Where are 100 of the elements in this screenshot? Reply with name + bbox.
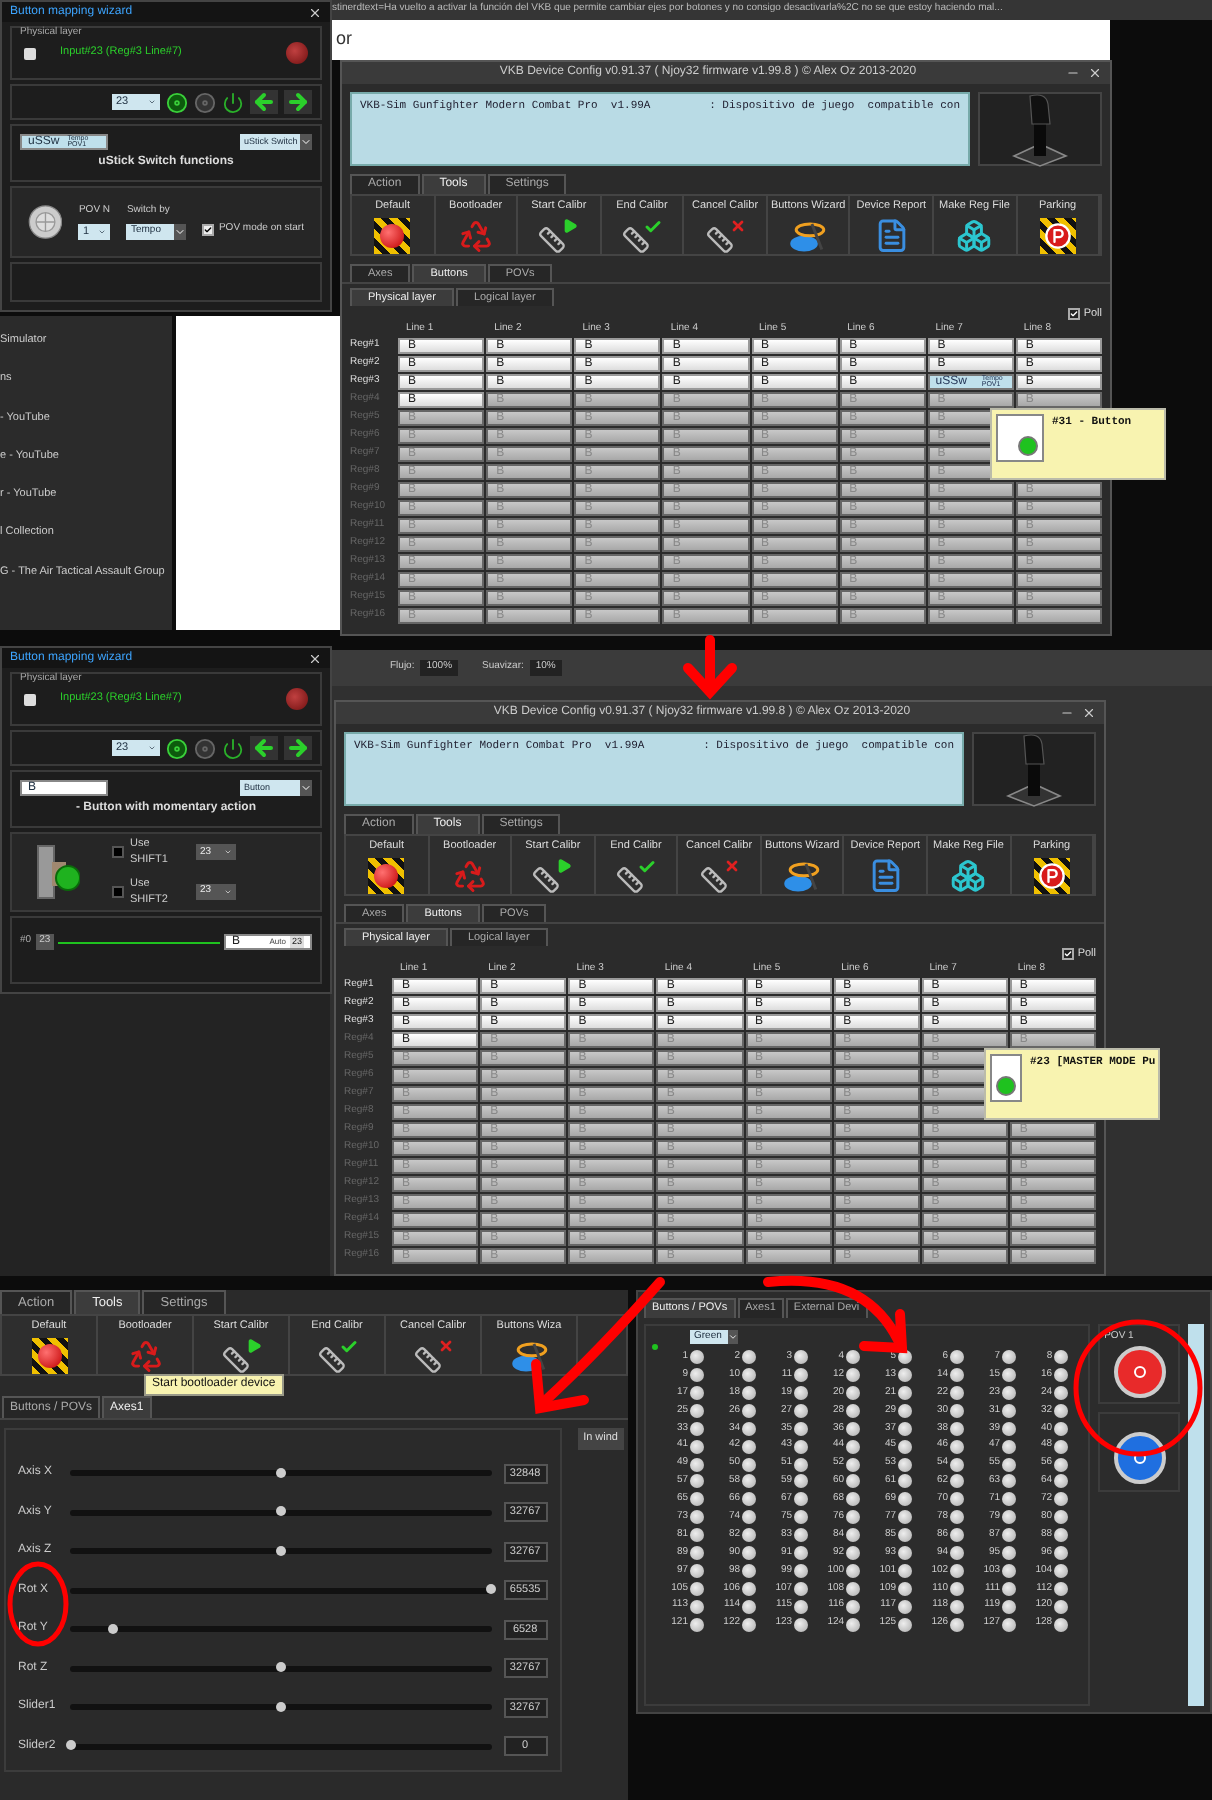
checkbox[interactable]	[112, 885, 124, 898]
caret-icon[interactable]	[300, 780, 312, 796]
caliper-cross-icon	[705, 218, 746, 254]
led-icon	[742, 1599, 757, 1614]
close-icon[interactable]	[308, 651, 322, 665]
checkbox[interactable]	[1061, 948, 1074, 960]
led-icon	[846, 1421, 861, 1436]
push-button-icon	[36, 842, 80, 902]
slider-thumb[interactable]	[275, 1662, 286, 1673]
led-icon	[846, 1528, 861, 1543]
close-icon[interactable]	[308, 5, 322, 19]
close-icon[interactable]	[1082, 706, 1096, 720]
document-icon	[873, 218, 910, 254]
minimize-icon[interactable]	[1060, 706, 1074, 720]
parking-icon	[1039, 218, 1076, 254]
led-icon	[742, 1528, 757, 1543]
recycle-icon	[451, 858, 488, 894]
led-icon	[950, 1510, 965, 1525]
cubes-icon	[956, 218, 993, 254]
check-icon	[204, 224, 213, 236]
led-icon	[898, 1599, 913, 1614]
slider-thumb[interactable]	[275, 1545, 286, 1556]
slider-thumb[interactable]	[275, 1467, 286, 1478]
led-icon	[1054, 1439, 1069, 1454]
caret-icon[interactable]	[300, 134, 312, 150]
slider-thumb[interactable]	[275, 1701, 286, 1712]
hand-drawn-circle	[7, 1561, 69, 1647]
led-icon	[690, 1599, 704, 1614]
left-arrow-button[interactable]	[250, 736, 278, 760]
led-icon	[950, 1492, 965, 1507]
indicator-icon	[24, 693, 36, 705]
recycle-icon	[127, 1338, 163, 1374]
led-icon	[286, 688, 308, 710]
led-icon	[846, 1510, 861, 1525]
led-icon	[1002, 1528, 1017, 1543]
led-icon	[794, 1599, 809, 1614]
led-icon	[794, 1439, 809, 1454]
power-button[interactable]	[222, 91, 244, 113]
disk-button[interactable]	[166, 91, 188, 113]
power-button[interactable]	[222, 737, 244, 759]
led-icon	[1054, 1528, 1069, 1543]
led-icon	[690, 1350, 704, 1365]
led-icon	[898, 1421, 913, 1436]
check-icon	[1069, 308, 1078, 320]
recycle-icon	[457, 218, 494, 254]
disk-button[interactable]	[166, 737, 188, 759]
caliper-play-icon	[532, 858, 573, 894]
caliper-play-icon	[221, 1338, 261, 1374]
right-arrow-button[interactable]	[284, 90, 312, 114]
led-icon	[1002, 1368, 1017, 1383]
led-icon	[742, 1421, 757, 1436]
led-icon	[1054, 1368, 1069, 1383]
slider-thumb[interactable]	[65, 1740, 75, 1751]
led-icon	[898, 1492, 913, 1507]
led-icon	[950, 1350, 965, 1365]
led-icon	[1054, 1581, 1069, 1596]
led-icon	[690, 1510, 704, 1525]
led-icon	[1054, 1510, 1069, 1525]
left-arrow-button[interactable]	[250, 90, 278, 114]
led-icon	[1002, 1439, 1017, 1454]
checkbox[interactable]	[112, 846, 124, 859]
slider-thumb[interactable]	[486, 1584, 497, 1595]
heading-fragment: or	[336, 26, 353, 53]
led-icon	[1002, 1510, 1017, 1525]
parking-icon	[1033, 858, 1070, 894]
led-icon	[742, 1581, 757, 1596]
led-icon	[846, 1581, 861, 1596]
caret-icon[interactable]	[174, 223, 187, 240]
right-arrow-button[interactable]	[284, 736, 312, 760]
led-icon	[898, 1528, 913, 1543]
led-icon	[794, 1510, 809, 1525]
caliper-play-icon	[538, 218, 579, 254]
checkbox[interactable]	[1067, 308, 1080, 320]
led-icon	[794, 1368, 809, 1383]
led-icon	[898, 1439, 913, 1454]
led-icon	[1002, 1421, 1017, 1436]
led-icon	[950, 1528, 965, 1543]
led-icon	[846, 1599, 861, 1614]
caliper-check-icon	[615, 858, 656, 894]
caret-icon[interactable]	[728, 1330, 738, 1344]
led-icon	[794, 1528, 809, 1543]
led-icon	[742, 1350, 757, 1365]
checkbox[interactable]	[202, 224, 215, 236]
led-icon	[286, 42, 308, 64]
led-icon	[846, 1617, 861, 1632]
close-icon[interactable]	[1088, 66, 1102, 80]
led-icon	[1054, 1350, 1069, 1365]
led-icon	[1054, 1421, 1069, 1436]
led-icon	[690, 1368, 704, 1383]
slider-thumb[interactable]	[275, 1506, 286, 1517]
hazard-button-icon	[374, 218, 411, 254]
led-icon	[846, 1350, 861, 1365]
led-icon	[690, 1581, 704, 1596]
minimize-icon[interactable]	[1066, 66, 1080, 80]
led-icon	[1054, 1492, 1069, 1507]
joystick-icon	[1010, 91, 1070, 167]
slider-thumb[interactable]	[107, 1623, 118, 1634]
led-icon	[846, 1439, 861, 1454]
caliper-cross-icon	[413, 1338, 453, 1374]
led-icon	[898, 1617, 913, 1632]
